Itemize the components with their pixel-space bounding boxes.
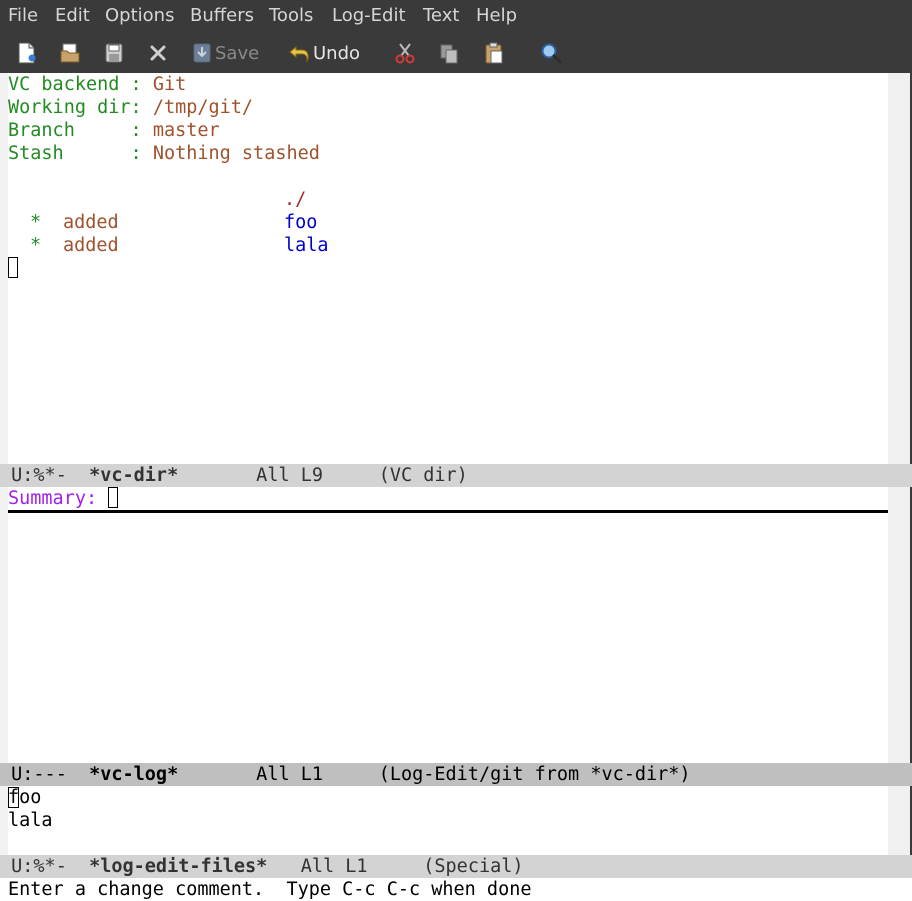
modeline-status: U:---	[11, 764, 90, 785]
header-key: Stash	[8, 143, 131, 164]
file-state: added	[63, 212, 119, 233]
menu-options[interactable]: Options	[105, 5, 174, 26]
header-sep: :	[130, 74, 153, 95]
summary-line[interactable]: Summary:	[8, 487, 119, 510]
new-file-icon	[18, 42, 36, 64]
scrollbar-thumb[interactable]	[888, 73, 910, 464]
list-item[interactable]: foo	[8, 786, 41, 809]
modeline-mode[interactable]: (Special)	[423, 856, 523, 877]
log-edit-files-window: foo lala	[8, 786, 888, 855]
hollow-cursor	[8, 787, 19, 808]
save-file-button[interactable]	[103, 40, 125, 66]
vc-log-window[interactable]: Summary:	[8, 487, 888, 763]
close-button[interactable]	[148, 40, 168, 66]
scrollbar-thumb[interactable]	[888, 487, 910, 763]
modeline-status: U:%*-	[11, 856, 90, 877]
vc-dir-window: VC backend : Git Working dir: /tmp/git/ …	[8, 73, 888, 464]
echo-area: Enter a change comment. Type C-c C-c whe…	[0, 878, 912, 901]
modeline-buffer[interactable]: *vc-dir*	[89, 465, 178, 486]
left-fringe	[0, 487, 8, 763]
working-dir-line: Working dir: /tmp/git/	[8, 96, 253, 119]
branch-line: Branch : master	[8, 119, 220, 142]
modeline-position: All L1	[178, 764, 379, 785]
vc-log-modeline: U:--- *vc-log* All L1 (Log-Edit/git from…	[0, 763, 912, 786]
file-mark: *	[30, 212, 42, 233]
file-name[interactable]: lala	[284, 234, 329, 257]
modeline-mode[interactable]: (VC dir)	[379, 465, 468, 486]
log-edit-files-modeline: U:%*- *log-edit-files* All L1 (Special)	[0, 855, 912, 878]
save-icon	[193, 43, 211, 63]
left-fringe	[0, 786, 8, 855]
left-fringe	[0, 73, 8, 464]
menu-text[interactable]: Text	[423, 5, 459, 26]
open-button[interactable]	[59, 40, 81, 66]
file-mark: *	[30, 235, 42, 256]
header-value: Git	[152, 74, 187, 95]
save-label: Save	[215, 42, 260, 64]
modeline-buffer[interactable]: *log-edit-files*	[89, 856, 267, 877]
menu-edit[interactable]: Edit	[55, 5, 90, 26]
header-sep: :	[130, 143, 153, 164]
header-separator	[8, 510, 888, 513]
header-key: Branch	[8, 120, 131, 141]
vc-log-scrollbar[interactable]	[888, 487, 912, 763]
header-value: master	[152, 120, 220, 141]
modeline-status: U:%*-	[11, 465, 90, 486]
paste-button[interactable]	[483, 40, 505, 66]
file-entry: lala	[8, 810, 53, 831]
header-value: Nothing stashed	[152, 143, 320, 164]
tool-bar: Save Undo	[0, 33, 912, 73]
modeline-mode[interactable]: (Log-Edit/git from *vc-dir*)	[379, 764, 691, 785]
menu-log-edit[interactable]: Log-Edit	[332, 5, 406, 26]
menu-help[interactable]: Help	[476, 5, 517, 26]
log-edit-files-scrollbar[interactable]	[888, 786, 912, 855]
undo-button[interactable]: Undo	[287, 40, 360, 66]
search-button[interactable]	[539, 40, 563, 66]
header-sep: :	[130, 120, 153, 141]
cut-button[interactable]	[394, 40, 416, 66]
close-icon	[150, 45, 166, 61]
vc-backend-line: VC backend : Git	[8, 73, 186, 96]
header-value: /tmp/git/	[152, 97, 254, 118]
new-file-button[interactable]	[16, 40, 38, 66]
vc-dir-modeline: U:%*- *vc-dir* All L9 (VC dir)	[0, 464, 912, 487]
directory-entry[interactable]: ./	[284, 188, 306, 211]
save-button[interactable]: Save	[191, 40, 259, 66]
vc-dir-scrollbar[interactable]	[888, 73, 912, 464]
copy-button[interactable]	[438, 40, 460, 66]
modeline-buffer[interactable]: *vc-log*	[89, 764, 178, 785]
undo-icon	[289, 45, 309, 63]
header-sep: :	[130, 97, 153, 118]
menu-tools[interactable]: Tools	[269, 5, 313, 26]
file-state: added	[63, 235, 119, 256]
header-key: VC backend	[8, 74, 131, 95]
summary-label: Summary:	[8, 488, 109, 509]
file-name[interactable]: foo	[284, 211, 317, 234]
paste-icon	[485, 42, 503, 64]
undo-label: Undo	[313, 42, 361, 64]
cut-icon	[395, 43, 415, 64]
modeline-position: All L1	[267, 856, 424, 877]
menu-file[interactable]: File	[8, 5, 38, 26]
modeline-position: All L9	[178, 465, 379, 486]
header-key: Working dir	[8, 97, 131, 118]
hollow-cursor	[8, 257, 18, 278]
search-icon	[541, 43, 562, 64]
stash-line: Stash : Nothing stashed	[8, 142, 320, 165]
copy-icon	[440, 44, 458, 64]
open-folder-icon	[60, 43, 80, 63]
menu-bar: File Edit Options Buffers Tools Log-Edit…	[0, 0, 912, 33]
hollow-cursor	[108, 487, 119, 508]
scrollbar-thumb[interactable]	[888, 786, 910, 855]
save-icon	[105, 43, 123, 63]
list-item[interactable]: lala	[8, 809, 53, 832]
menu-buffers[interactable]: Buffers	[190, 5, 254, 26]
point-line	[8, 257, 18, 280]
